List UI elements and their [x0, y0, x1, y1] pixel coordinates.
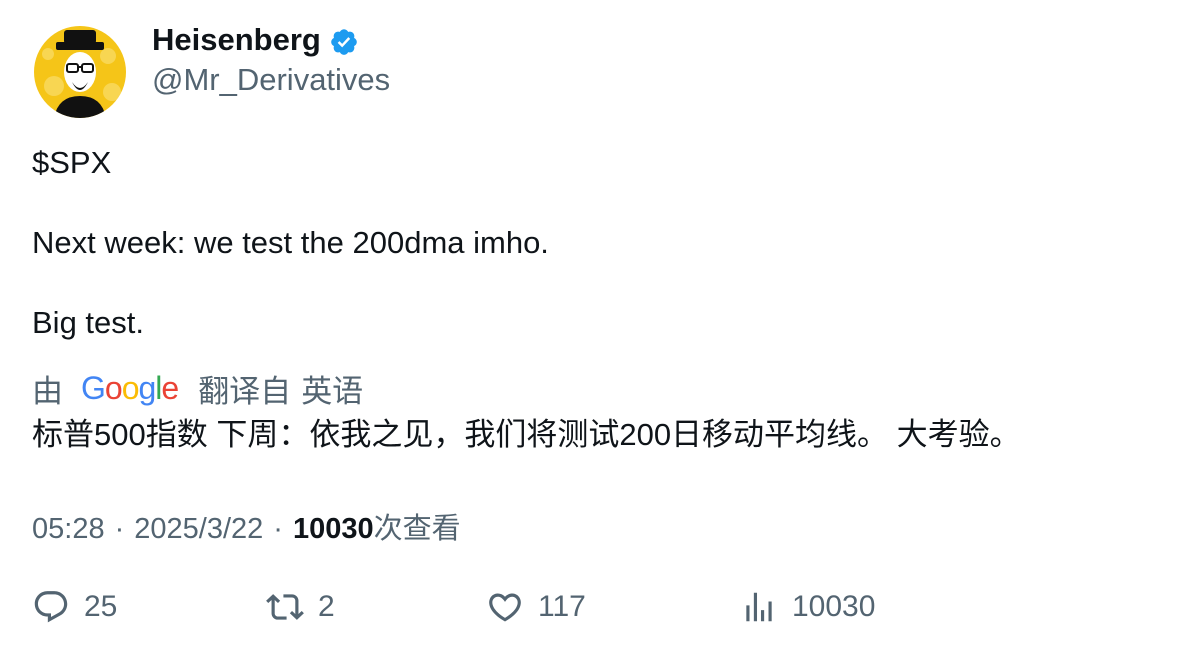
views-label: 次查看 [373, 513, 461, 545]
google-logo: Google [81, 370, 179, 406]
tweet-paragraph: Next week: we test the 200dma imho. [32, 225, 549, 260]
analytics-icon [746, 592, 772, 622]
tweet-paragraph[interactable]: $SPX [32, 143, 1162, 183]
display-name[interactable]: Heisenberg [152, 22, 321, 58]
author-name-row: Heisenberg [152, 22, 359, 58]
verified-badge-icon[interactable] [329, 27, 359, 57]
tweet-time[interactable]: 05:28 [32, 513, 105, 546]
like-count: 117 [538, 590, 586, 623]
views-button[interactable]: 10030 [740, 588, 875, 626]
repost-button[interactable]: 2 [266, 588, 335, 626]
tweet-text: $SPX Next week: we test the 200dma imho.… [32, 143, 1162, 383]
meta-separator: · [114, 513, 125, 545]
repost-icon [266, 594, 304, 620]
avatar[interactable] [34, 26, 126, 118]
tweet-date[interactable]: 2025/3/22 [134, 513, 263, 546]
action-bar: 25 2 117 10030 [32, 588, 1162, 636]
repost-count: 2 [318, 590, 335, 623]
meta-separator: · [273, 513, 283, 545]
translated-text: 标普500指数 下周：依我之见，我们将测试200日移动平均线。 大考验。 [32, 417, 1021, 452]
heisenberg-avatar [34, 26, 126, 118]
translation-attribution[interactable]: 由 Google 翻译自 英语 [32, 366, 363, 411]
translated-by-label: 由 [32, 374, 63, 409]
translated-from-label: 翻译自 [198, 374, 292, 409]
like-button[interactable]: 117 [486, 588, 586, 626]
tweet-meta: 05:28 · 2025/3/22 · 10030 次查看 [32, 505, 461, 547]
tweet-paragraph: Big test. [32, 305, 144, 340]
views-count: 10030 [292, 513, 374, 545]
handle[interactable]: @Mr_Derivatives [152, 62, 390, 98]
reply-count: 25 [84, 590, 118, 623]
reply-icon [34, 591, 68, 623]
reply-button[interactable]: 25 [32, 588, 117, 626]
source-language: 英语 [301, 374, 364, 409]
heart-icon [489, 593, 521, 622]
views-count-action: 10030 [792, 590, 876, 623]
